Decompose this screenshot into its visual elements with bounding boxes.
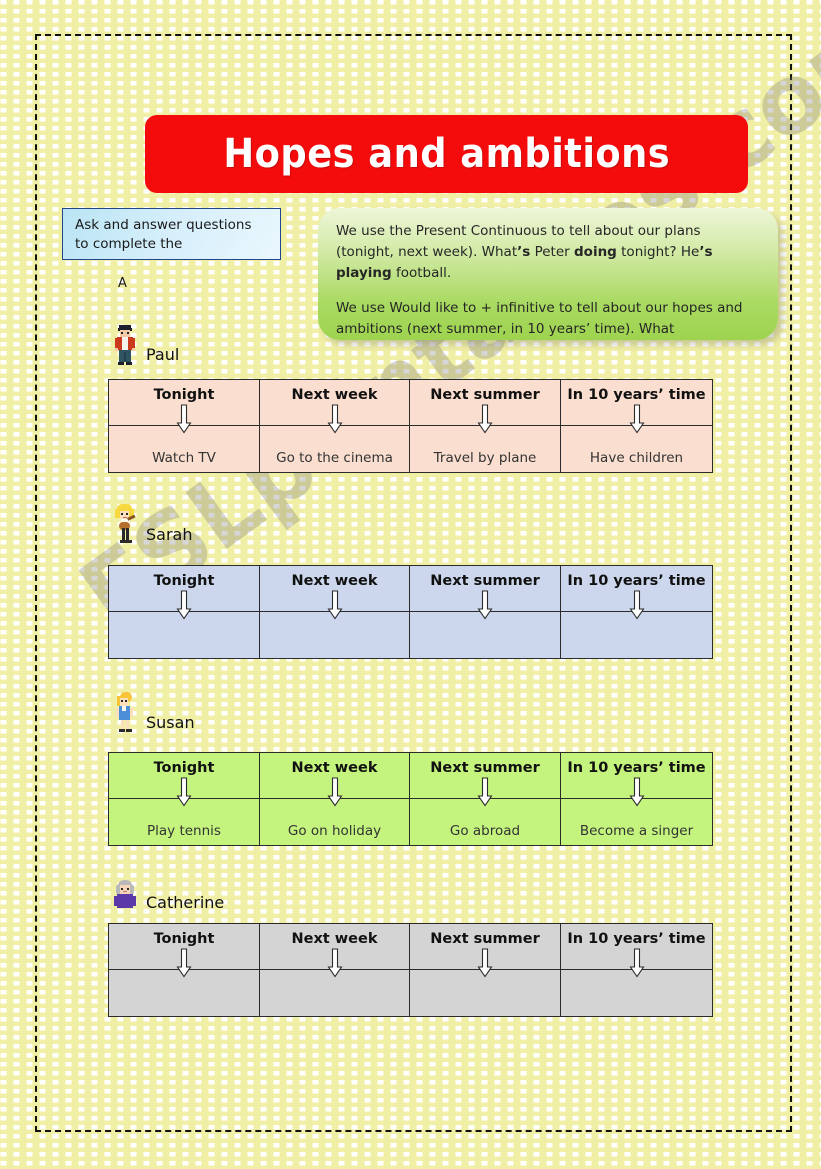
schedule-table-catherine: Tonight Next week Next summer In 10 year… bbox=[108, 923, 713, 1017]
instruction-line-1: Ask and answer questions bbox=[75, 217, 252, 233]
table-value-row[interactable]: Play tennis Go on holiday Go abroad Beco… bbox=[108, 798, 713, 846]
person-name-catherine: Catherine bbox=[146, 893, 225, 912]
older-woman-icon bbox=[110, 878, 140, 914]
column-header-next-week: Next week bbox=[259, 923, 410, 978]
value-cell-tonight[interactable] bbox=[108, 611, 260, 659]
value-cell-next-week[interactable]: Go on holiday bbox=[259, 798, 410, 846]
boy-red-jacket-icon bbox=[110, 322, 140, 366]
value-cell-tonight[interactable] bbox=[108, 969, 260, 1017]
column-header-next-summer: Next summer bbox=[409, 565, 561, 620]
column-header-in-10-years: In 10 years’ time bbox=[560, 379, 713, 434]
person-header-paul: Paul bbox=[110, 320, 179, 366]
instruction-line-2: to complete the bbox=[75, 236, 183, 252]
grammar-p1-bold-2: doing bbox=[574, 244, 617, 260]
column-header-tonight: Tonight bbox=[108, 379, 260, 434]
column-header-next-summer: Next summer bbox=[409, 379, 561, 434]
column-header-in-10-years: In 10 years’ time bbox=[560, 752, 713, 807]
table-header-row: Tonight Next week Next summer In 10 year… bbox=[108, 752, 713, 807]
table-value-row[interactable] bbox=[108, 969, 713, 1017]
column-header-next-week: Next week bbox=[259, 565, 410, 620]
schedule-table-susan: Tonight Next week Next summer In 10 year… bbox=[108, 752, 713, 846]
person-name-sarah: Sarah bbox=[146, 525, 193, 544]
value-cell-tonight[interactable]: Watch TV bbox=[108, 425, 260, 473]
value-cell-next-summer[interactable]: Travel by plane bbox=[409, 425, 561, 473]
grammar-p1-text-5: football. bbox=[391, 265, 452, 281]
person-name-susan: Susan bbox=[146, 713, 195, 732]
column-header-in-10-years: In 10 years’ time bbox=[560, 565, 713, 620]
person-header-catherine: Catherine bbox=[110, 868, 224, 914]
column-header-tonight: Tonight bbox=[108, 923, 260, 978]
column-header-next-summer: Next summer bbox=[409, 752, 561, 807]
column-header-in-10-years: In 10 years’ time bbox=[560, 923, 713, 978]
grammar-paragraph-1: We use the Present Continuous to tell ab… bbox=[336, 221, 762, 284]
grammar-paragraph-2: We use Would like to + infinitive to tel… bbox=[336, 300, 743, 337]
column-header-tonight: Tonight bbox=[108, 565, 260, 620]
table-value-row[interactable]: Watch TV Go to the cinema Travel by plan… bbox=[108, 425, 713, 473]
worksheet-content: Hopes and ambitions Ask and answer quest… bbox=[0, 0, 821, 1169]
table-header-row: Tonight Next week Next summer In 10 year… bbox=[108, 379, 713, 434]
section-letter: A bbox=[118, 276, 127, 291]
value-cell-tonight[interactable]: Play tennis bbox=[108, 798, 260, 846]
value-cell-next-summer[interactable]: Go abroad bbox=[409, 798, 561, 846]
value-cell-next-summer[interactable] bbox=[409, 969, 561, 1017]
grammar-p1-bold-4: playing bbox=[336, 265, 392, 281]
value-cell-next-week[interactable]: Go to the cinema bbox=[259, 425, 410, 473]
column-header-next-summer: Next summer bbox=[409, 923, 561, 978]
value-cell-in-10-years[interactable]: Become a singer bbox=[560, 798, 713, 846]
person-header-susan: Susan bbox=[110, 688, 195, 734]
girl-blue-dress-icon bbox=[110, 690, 140, 734]
column-header-tonight: Tonight bbox=[108, 752, 260, 807]
value-cell-next-week[interactable] bbox=[259, 611, 410, 659]
person-header-sarah: Sarah bbox=[110, 500, 192, 546]
column-header-next-week: Next week bbox=[259, 379, 410, 434]
instruction-box: Ask and answer questions to complete the bbox=[62, 208, 281, 260]
column-header-next-week: Next week bbox=[259, 752, 410, 807]
table-header-row: Tonight Next week Next summer In 10 year… bbox=[108, 565, 713, 620]
value-cell-next-summer[interactable] bbox=[409, 611, 561, 659]
grammar-explanation-box: We use the Present Continuous to tell ab… bbox=[318, 208, 778, 340]
girl-with-guitar-icon bbox=[110, 502, 140, 546]
grammar-p1-bold-3: ’s bbox=[699, 244, 713, 260]
grammar-p1-text-2: Peter bbox=[530, 244, 574, 260]
grammar-p1-text-3: tonight? He bbox=[616, 244, 700, 260]
value-cell-in-10-years[interactable]: Have children bbox=[560, 425, 713, 473]
table-value-row[interactable] bbox=[108, 611, 713, 659]
person-name-paul: Paul bbox=[146, 345, 180, 364]
title-banner: Hopes and ambitions bbox=[145, 115, 748, 193]
page-title: Hopes and ambitions bbox=[223, 131, 670, 177]
value-cell-next-week[interactable] bbox=[259, 969, 410, 1017]
value-cell-in-10-years[interactable] bbox=[560, 611, 713, 659]
schedule-table-paul: Tonight Next week Next summer In 10 year… bbox=[108, 379, 713, 473]
table-header-row: Tonight Next week Next summer In 10 year… bbox=[108, 923, 713, 978]
schedule-table-sarah: Tonight Next week Next summer In 10 year… bbox=[108, 565, 713, 659]
value-cell-in-10-years[interactable] bbox=[560, 969, 713, 1017]
grammar-p1-bold-1: ’s bbox=[517, 244, 531, 260]
